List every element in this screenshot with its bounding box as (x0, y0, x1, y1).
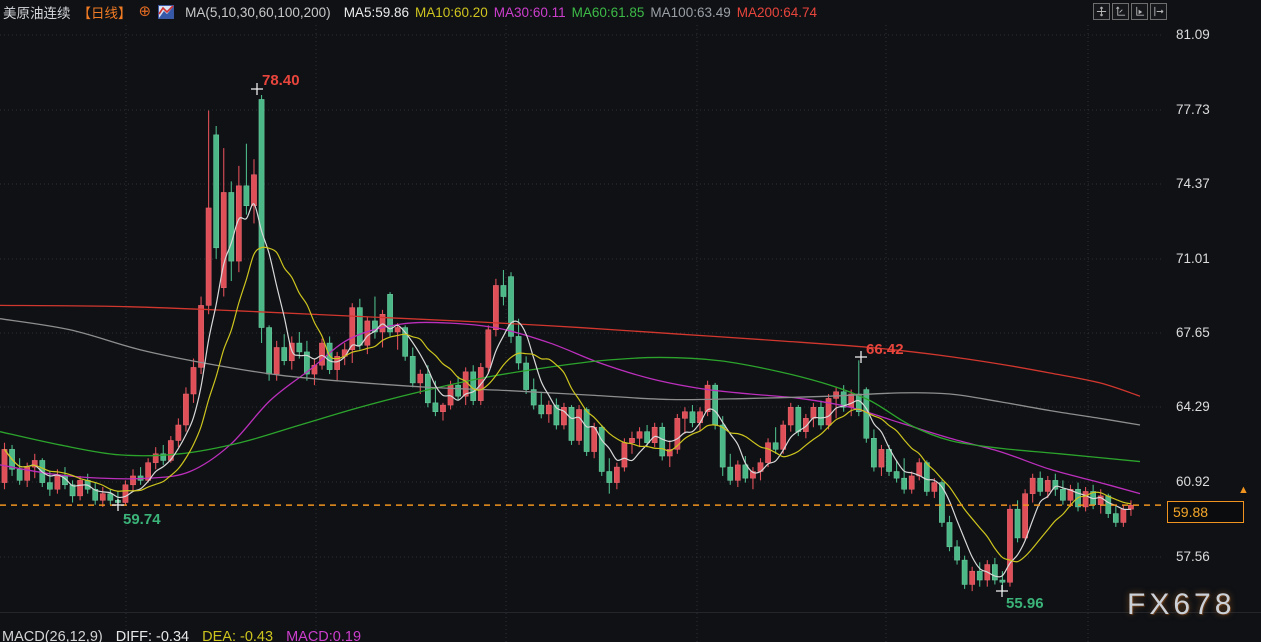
macd-value: MACD:0.19 (286, 629, 361, 642)
chart-toolbar (1093, 3, 1167, 20)
price-up-arrow-icon: ▲ (1238, 484, 1249, 496)
chart-window: 78.40 59.74 66.42 55.96 美原油连续 【日线】 ⊕ MA(5,1… (0, 0, 1261, 642)
macd-dea-value: DEA: -0.43 (202, 629, 273, 642)
swing-price-annotation: 78.40 (262, 72, 300, 89)
macd-diff-value: DIFF: -0.34 (116, 629, 189, 642)
axis-price-label: 71.01 (1176, 251, 1210, 267)
ma-value: MA10:60.20 (415, 5, 488, 20)
swing-price-annotation: 66.42 (866, 341, 904, 358)
period-label[interactable]: 【日线】 (78, 2, 132, 22)
ma-values-row: MA5:59.86 MA10:60.20 MA30:60.11 MA60:61.85 M… (338, 5, 817, 20)
ma-value: MA30:60.11 (494, 5, 566, 20)
macd-status-bar: MACD(26,12,9) DIFF: -0.34 DEA: -0.43 MAC… (2, 629, 370, 642)
ma-value: MA5:59.86 (344, 5, 409, 20)
ma-value: MA60:61.85 (572, 5, 645, 20)
axis-price-label: 67.65 (1176, 325, 1210, 341)
crosshair-target-icon[interactable]: ⊕ (139, 5, 152, 19)
axis-price-label: 81.09 (1176, 27, 1210, 43)
swing-price-annotation: 55.96 (1006, 595, 1044, 612)
axis-price-label: 74.37 (1176, 176, 1210, 192)
scale-axis-icon[interactable] (1112, 3, 1129, 20)
axis-price-label: 64.29 (1176, 399, 1210, 415)
fx678-watermark: FX678 (1127, 588, 1235, 622)
pan-icon[interactable] (1093, 3, 1110, 20)
current-price-tag: 59.88 (1167, 501, 1244, 523)
pane-divider[interactable] (0, 612, 1261, 613)
current-price-value: 59.88 (1173, 504, 1208, 520)
axis-price-label: 77.73 (1176, 102, 1210, 118)
axis-price-label: 60.92 (1176, 474, 1210, 490)
axis-play-icon[interactable] (1131, 3, 1148, 20)
ma-value: MA100:63.49 (650, 5, 730, 20)
ma-settings-label: MA(5,10,30,60,100,200) (185, 5, 331, 20)
macd-settings-label: MACD(26,12,9) (2, 629, 103, 642)
shift-right-icon[interactable] (1150, 3, 1167, 20)
chart-canvas[interactable]: 78.40 59.74 66.42 55.96 (0, 0, 1261, 642)
ma-value: MA200:64.74 (737, 5, 817, 20)
swing-price-annotation: 59.74 (123, 511, 161, 528)
axis-price-label: 57.56 (1176, 549, 1210, 565)
symbol-title: 美原油连续 (3, 2, 71, 22)
header-bar: 美原油连续 【日线】 ⊕ MA(5,10,30,60,100,200) MA5:… (3, 2, 817, 22)
chart-type-icon[interactable] (158, 5, 174, 19)
